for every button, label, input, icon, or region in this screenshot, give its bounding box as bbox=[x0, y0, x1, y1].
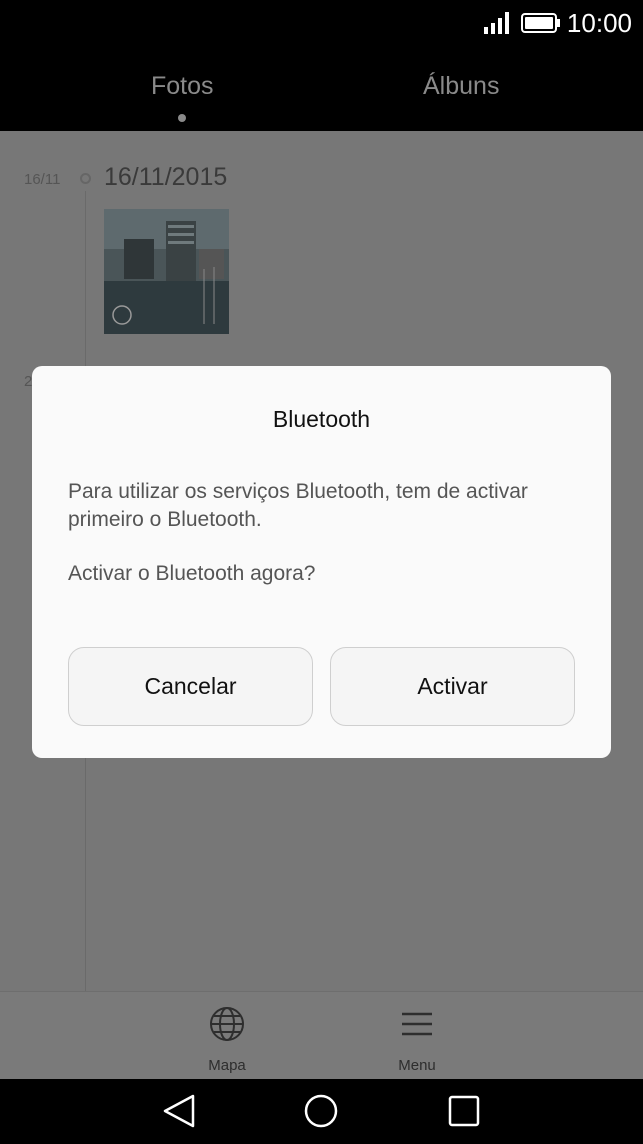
tab-bar: Fotos Álbuns bbox=[0, 48, 643, 131]
map-label: Mapa bbox=[208, 1057, 246, 1074]
dialog-message: Para utilizar os serviços Bluetooth, tem… bbox=[68, 480, 528, 531]
activate-button[interactable]: Activar bbox=[330, 647, 575, 726]
system-navigation-bar bbox=[0, 1079, 643, 1144]
status-time: 10:00 bbox=[566, 8, 632, 38]
status-bar: 10:00 bbox=[0, 0, 643, 48]
photo-thumbnail-image bbox=[104, 209, 229, 334]
map-button[interactable]: Mapa bbox=[182, 992, 272, 1080]
tab-albuns[interactable]: Álbuns bbox=[423, 72, 499, 101]
bluetooth-dialog: Bluetooth Para utilizar os serviços Blue… bbox=[32, 366, 611, 758]
timeline-short-date: 16/11 bbox=[24, 171, 61, 188]
back-icon[interactable] bbox=[161, 1093, 197, 1129]
dialog-title: Bluetooth bbox=[272, 406, 371, 432]
menu-button[interactable]: Menu bbox=[372, 992, 462, 1080]
dialog-question: Activar o Bluetooth agora? bbox=[68, 562, 316, 585]
menu-label: Menu bbox=[398, 1057, 436, 1074]
recent-apps-icon[interactable] bbox=[446, 1093, 482, 1129]
photo-thumbnail[interactable] bbox=[104, 209, 229, 334]
globe-icon bbox=[210, 1007, 244, 1041]
timeline-dot bbox=[80, 173, 91, 184]
tab-fotos[interactable]: Fotos bbox=[151, 72, 214, 101]
cancel-button[interactable]: Cancelar bbox=[68, 647, 313, 726]
timeline-date-heading: 16/11/2015 bbox=[104, 163, 228, 191]
battery-icon bbox=[521, 13, 560, 33]
signal-icon bbox=[484, 12, 509, 34]
home-icon[interactable] bbox=[303, 1093, 339, 1129]
menu-icon bbox=[402, 1012, 432, 1036]
bottom-toolbar: Mapa Menu bbox=[0, 991, 643, 1079]
selected-tab-indicator bbox=[178, 114, 186, 122]
